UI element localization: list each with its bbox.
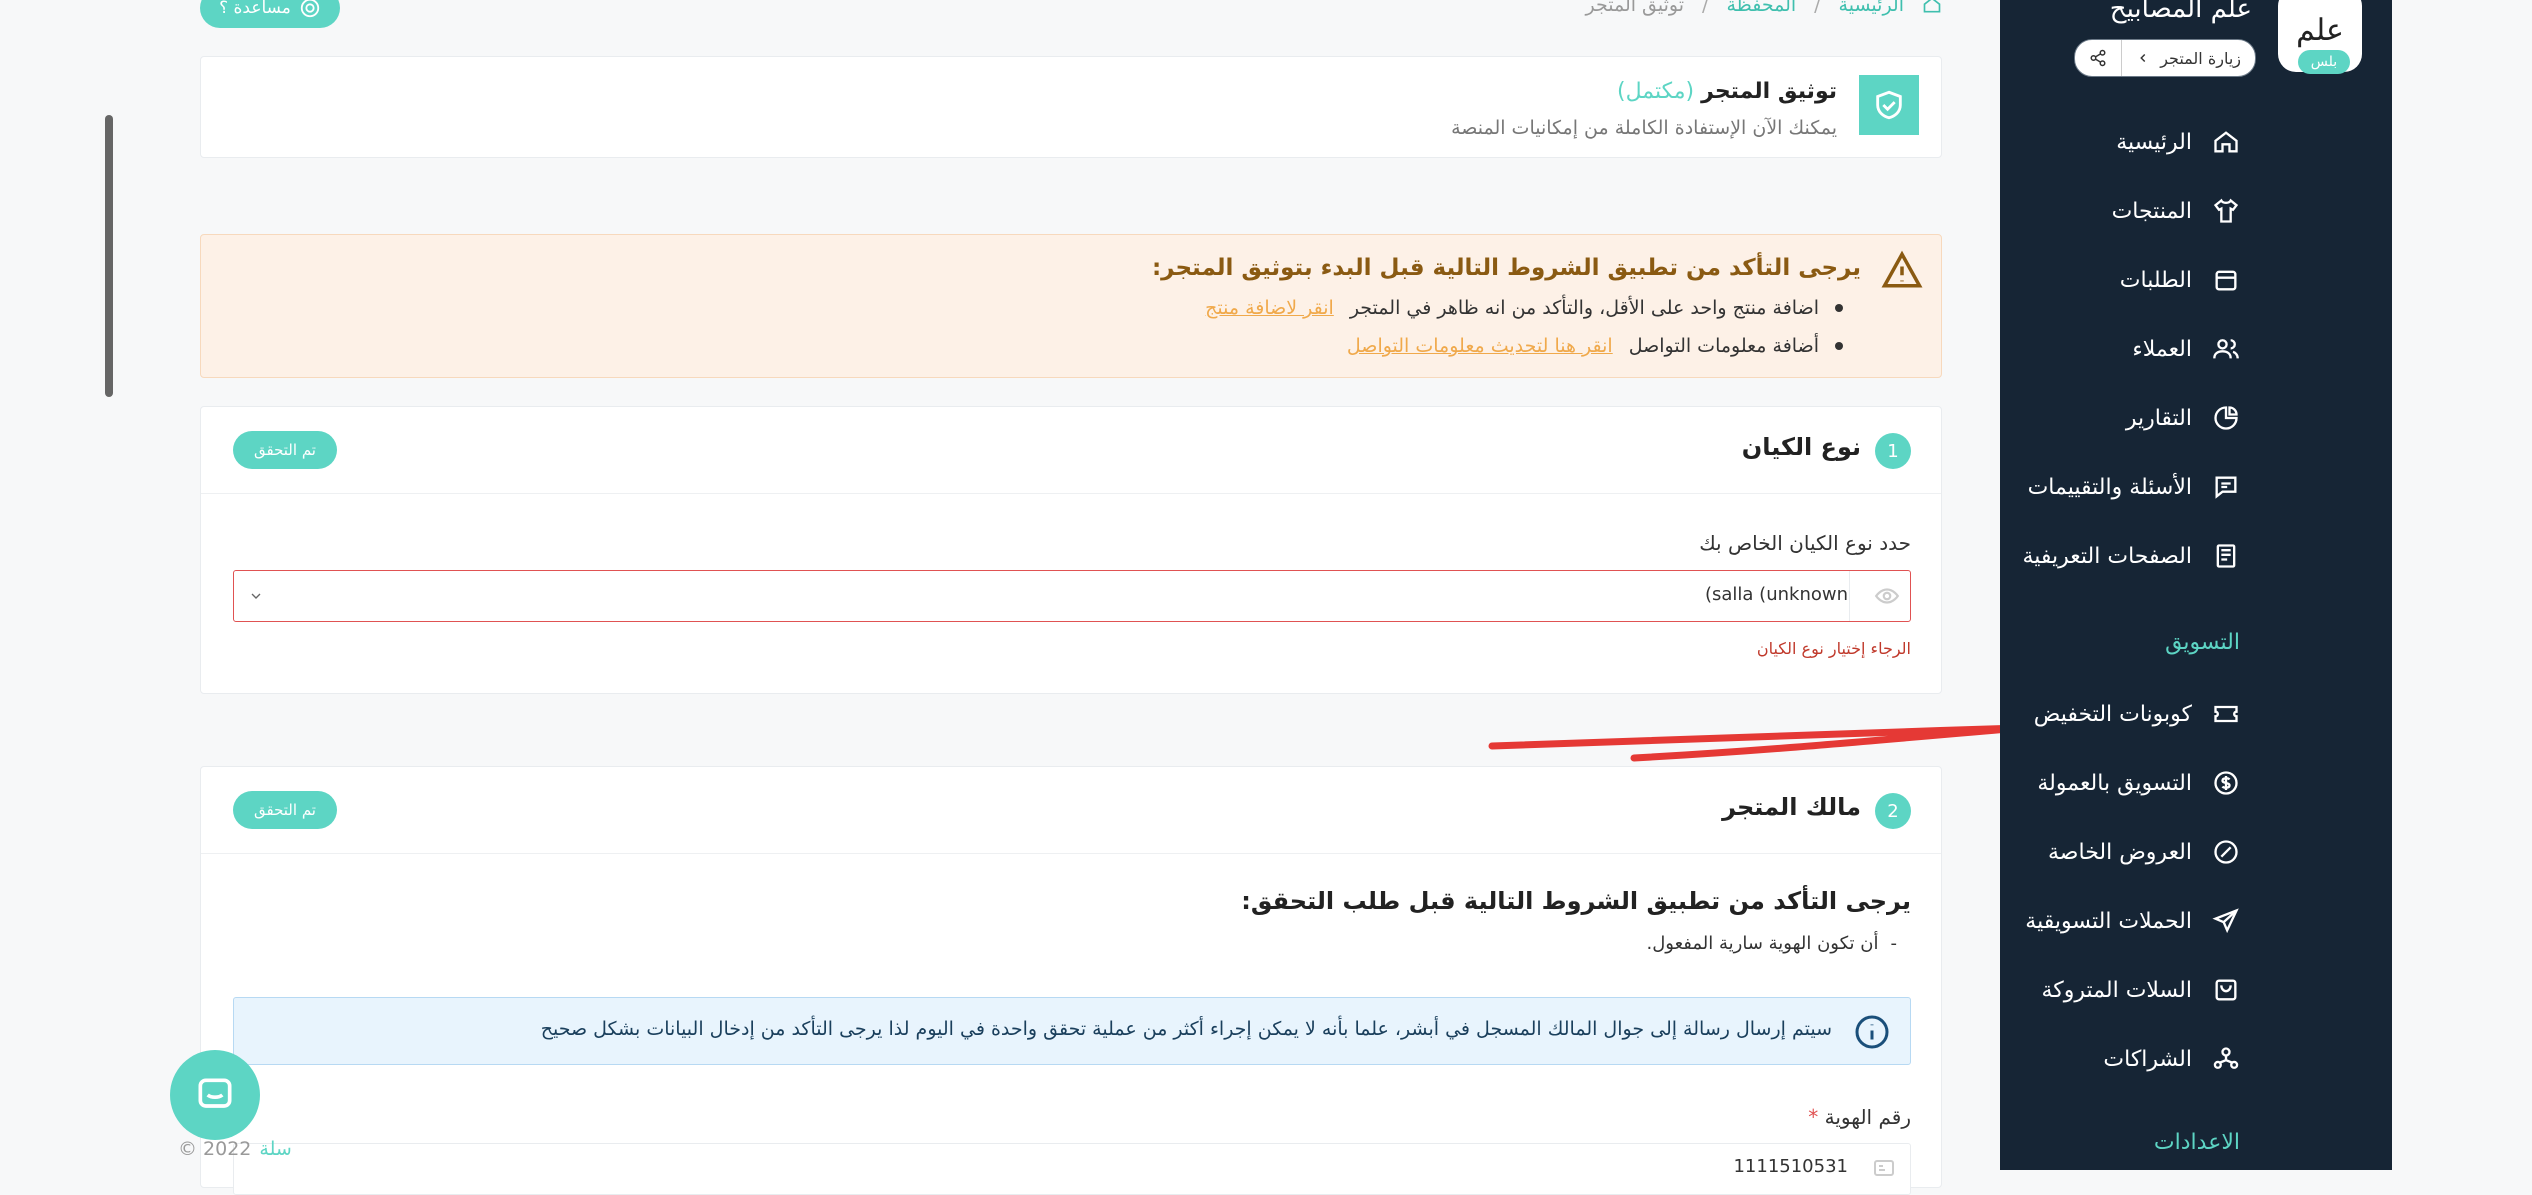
chat-icon: [198, 1078, 232, 1108]
sidebar-item-customers[interactable]: العملاء: [2132, 335, 2240, 363]
scrollbar-thumb[interactable]: [105, 115, 113, 397]
eye-slash-icon: [1874, 588, 1900, 604]
owner-title: مالك المتجر: [1722, 793, 1861, 821]
page-edge: [2392, 0, 2532, 1170]
info-box: سيتم إرسال رسالة إلى جوال المالك المسجل …: [233, 997, 1911, 1065]
shield-badge: [1859, 75, 1919, 135]
cart-icon: [2215, 979, 2237, 1001]
verification-status: (مكتمل): [1617, 79, 1695, 104]
entity-error: الرجاء إختيار نوع الكيان: [1756, 639, 1911, 658]
update-contact-link[interactable]: انقر هنا لتحديث معلومات التواصل: [1347, 335, 1613, 357]
dollar-icon: [2214, 771, 2238, 795]
sidebar: علم بلس علم المصابيح زيارة المتجر الرئيس…: [2000, 0, 2392, 1170]
info-text: سيتم إرسال رسالة إلى جوال المالك المسجل …: [540, 1018, 1832, 1040]
store-actions: زيارة المتجر: [2074, 39, 2256, 77]
sidebar-item-partners[interactable]: الشراكات: [2103, 1045, 2240, 1073]
home-icon: [1923, 0, 1941, 13]
warning-title: يرجى التأكد من تطبيق الشروط التالية قبل …: [1151, 255, 1861, 281]
sidebar-item-campaigns[interactable]: الحملات التسويقية: [2025, 907, 2240, 935]
sidebar-item-pages[interactable]: الصفحات التعريفية: [2022, 542, 2240, 570]
verified-badge: تم التحقق: [233, 791, 337, 829]
box-icon: [2215, 270, 2237, 291]
info-icon: [1855, 1015, 1889, 1049]
shirt-icon: [2213, 198, 2239, 223]
sidebar-item-reviews[interactable]: الأسئلة والتقييمات: [2028, 473, 2240, 501]
verification-title: توثيق المتجر: [1701, 79, 1837, 104]
chevron-down-icon: [251, 593, 261, 599]
step-number: 1: [1875, 433, 1911, 469]
chevron-left-icon: [2140, 53, 2146, 63]
warning-item: اضافة منتج واحد على الأقل، والتأكد من ان…: [1205, 297, 1843, 319]
owner-condition: - أن تكون الهوية سارية المفعول.: [1646, 933, 1897, 954]
help-button[interactable]: مساعدة ؟: [200, 0, 340, 28]
sidebar-item-coupons[interactable]: كوبونات التخفيض: [2034, 700, 2240, 728]
settings-heading: الاعدادات: [2153, 1130, 2240, 1155]
footer-copyright: © 2022 سلة: [178, 1138, 292, 1160]
sidebar-item-orders[interactable]: الطلبات: [2120, 266, 2240, 294]
sidebar-item-products[interactable]: المنتجات: [2112, 197, 2240, 225]
add-product-link[interactable]: انقر لاضافة منتج: [1205, 297, 1334, 319]
sidebar-item-offers[interactable]: العروض الخاصة: [2048, 838, 2240, 866]
visit-store-button[interactable]: زيارة المتجر: [2122, 40, 2255, 76]
verification-status-card: توثيق المتجر (مكتمل) يمكنك الآن الإستفاد…: [200, 56, 1942, 158]
share-button[interactable]: [2075, 40, 2123, 76]
store-owner-card: 2 مالك المتجر تم التحقق يرجى التأكد من ت…: [200, 766, 1942, 1195]
marketing-heading: التسويق: [2165, 630, 2240, 655]
warning-box: يرجى التأكد من تطبيق الشروط التالية قبل …: [200, 234, 1942, 378]
id-value: 1111510531: [1733, 1156, 1848, 1177]
id-card-icon: [1874, 1160, 1894, 1176]
store-name: علم المصابيح: [2109, 0, 2252, 24]
warning-icon: [1881, 250, 1923, 288]
id-input[interactable]: 1111510531: [233, 1143, 1911, 1195]
sidebar-item-affiliate[interactable]: التسويق بالعمولة: [2037, 769, 2240, 797]
users-icon: [2213, 339, 2239, 359]
entity-type-select[interactable]: (salla (unknown: [233, 570, 1911, 622]
sidebar-item-reports[interactable]: التقارير: [2126, 404, 2240, 432]
verified-badge: تم التحقق: [233, 431, 337, 469]
verification-subtitle: يمكنك الآن الإستفادة الكاملة من إمكانيات…: [1451, 117, 1837, 139]
entity-title: نوع الكيان: [1741, 433, 1861, 461]
breadcrumb-home[interactable]: الرئيسية: [1839, 0, 1904, 16]
breadcrumb-wallet[interactable]: المحفظة: [1726, 0, 1796, 16]
annotation-stroke: [1488, 724, 2021, 762]
send-icon: [2212, 908, 2239, 934]
offer-icon: [2214, 840, 2238, 864]
warning-item: أضافة معلومات التواصل انقر هنا لتحديث مع…: [1347, 335, 1843, 357]
step-number: 2: [1875, 793, 1911, 829]
partners-icon: [2213, 1047, 2239, 1069]
breadcrumb-current: توثيق المتجر: [1585, 0, 1685, 16]
entity-type-card: 1 نوع الكيان تم التحقق حدد نوع الكيان ال…: [200, 406, 1942, 694]
home-icon: [2214, 131, 2238, 153]
coupon-icon: [2214, 705, 2238, 723]
select-value: (salla (unknown: [1705, 584, 1848, 605]
pages-icon: [2216, 544, 2236, 568]
shield-check-icon: [1876, 90, 1902, 120]
id-label: رقم الهوية *: [1808, 1105, 1911, 1129]
comment-icon: [2215, 476, 2237, 499]
sidebar-item-home[interactable]: الرئيسية: [2116, 128, 2240, 156]
share-icon: [2090, 49, 2106, 67]
breadcrumb: الرئيسية / المحفظة / توثيق المتجر: [1585, 0, 1942, 16]
lifebuoy-icon: [300, 0, 320, 18]
entity-field-label: حدد نوع الكيان الخاص بك: [1699, 531, 1911, 555]
plan-badge: بلس: [2298, 50, 2350, 74]
sidebar-item-abandoned-carts[interactable]: السلات المتروكة: [2042, 976, 2240, 1004]
owner-conditions-title: يرجى التأكد من تطبيق الشروط التالية قبل …: [1241, 887, 1911, 915]
pie-chart-icon: [2214, 406, 2238, 430]
chat-button[interactable]: [170, 1050, 260, 1140]
